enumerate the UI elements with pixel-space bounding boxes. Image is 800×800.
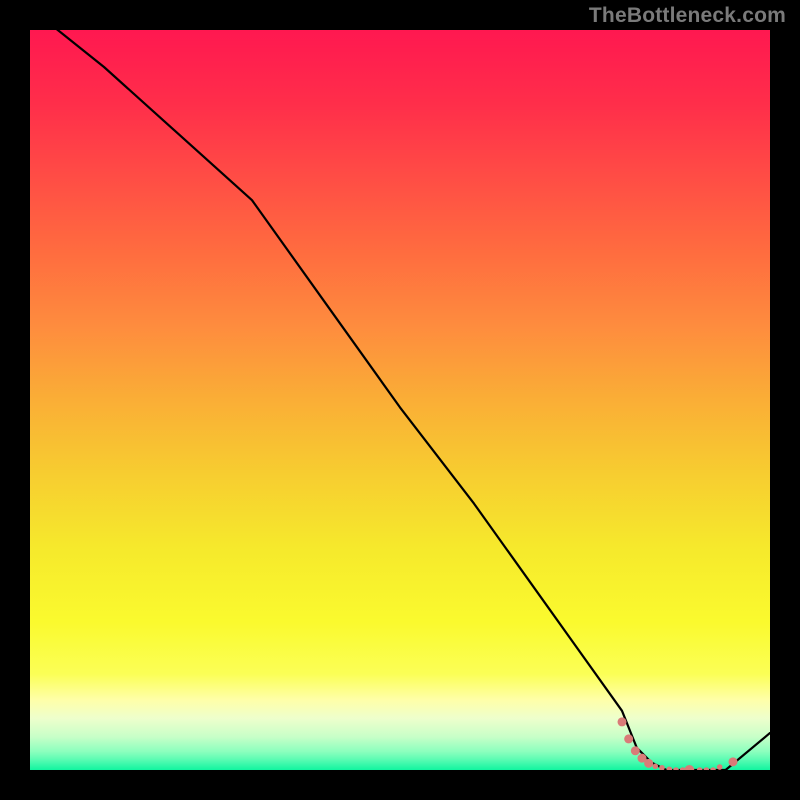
data-marker <box>729 757 738 766</box>
data-marker <box>684 765 694 770</box>
line-series <box>30 30 770 770</box>
data-marker <box>667 766 673 770</box>
data-marker <box>710 767 716 770</box>
watermark-label: TheBottleneck.com <box>589 4 786 28</box>
data-marker <box>697 767 703 770</box>
data-marker <box>653 764 659 770</box>
data-marker <box>673 767 679 770</box>
plot-area <box>30 30 770 770</box>
data-marker <box>624 734 633 743</box>
data-marker <box>618 717 627 726</box>
data-marker <box>631 746 640 755</box>
data-marker <box>644 759 653 768</box>
data-marker <box>704 767 710 770</box>
data-marker <box>717 764 723 770</box>
chart-frame: TheBottleneck.com <box>0 0 800 800</box>
